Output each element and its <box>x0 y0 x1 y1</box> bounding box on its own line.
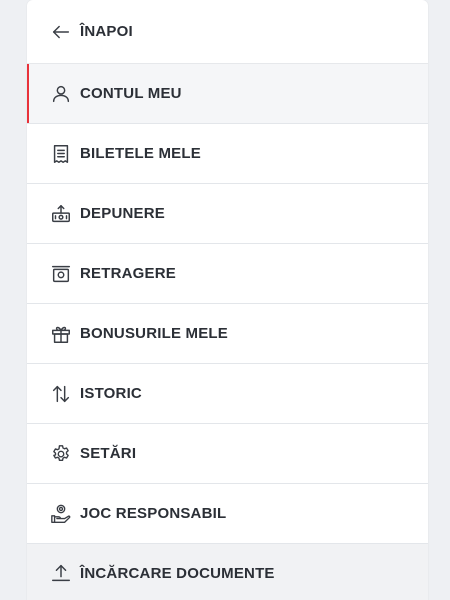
account-menu: ÎNAPOI CONTUL MEU BILETELE MELE DEPUNERE… <box>27 0 428 600</box>
gift-icon <box>50 323 72 345</box>
withdraw-icon <box>50 263 72 285</box>
upload-icon <box>50 562 72 584</box>
menu-item-incarcare-documente[interactable]: ÎNCĂRCARE DOCUMENTE <box>27 544 428 600</box>
menu-item-label: ISTORIC <box>80 385 142 402</box>
responsible-gaming-icon <box>50 503 72 525</box>
menu-item-biletele-mele[interactable]: BILETELE MELE <box>27 124 428 184</box>
menu-item-label: JOC RESPONSABIL <box>80 505 227 522</box>
menu-item-contul-meu[interactable]: CONTUL MEU <box>27 64 428 124</box>
back-button[interactable]: ÎNAPOI <box>27 0 428 64</box>
menu-item-retragere[interactable]: RETRAGERE <box>27 244 428 304</box>
menu-item-label: ÎNCĂRCARE DOCUMENTE <box>80 564 275 582</box>
user-icon <box>50 83 72 105</box>
receipt-icon <box>50 143 72 165</box>
menu-item-joc-responsabil[interactable]: JOC RESPONSABIL <box>27 484 428 544</box>
menu-item-depunere[interactable]: DEPUNERE <box>27 184 428 244</box>
deposit-icon <box>50 203 72 225</box>
menu-item-label: CONTUL MEU <box>80 85 182 102</box>
page: ÎNAPOI CONTUL MEU BILETELE MELE DEPUNERE… <box>0 0 450 600</box>
menu-item-label: BONUSURILE MELE <box>80 325 229 342</box>
menu-item-istoric[interactable]: ISTORIC <box>27 364 428 424</box>
menu-item-bonusurile-mele[interactable]: BONUSURILE MELE <box>27 304 428 364</box>
arrow-left-icon <box>50 21 72 43</box>
menu-item-label: SETĂRI <box>80 445 137 462</box>
menu-item-label: BILETELE MELE <box>80 145 201 162</box>
back-label: ÎNAPOI <box>80 23 133 40</box>
menu-item-label: RETRAGERE <box>80 265 176 282</box>
menu-item-label: DEPUNERE <box>80 205 165 222</box>
gear-icon <box>50 443 72 465</box>
menu-item-setari[interactable]: SETĂRI <box>27 424 428 484</box>
sort-arrows-icon <box>50 383 72 405</box>
